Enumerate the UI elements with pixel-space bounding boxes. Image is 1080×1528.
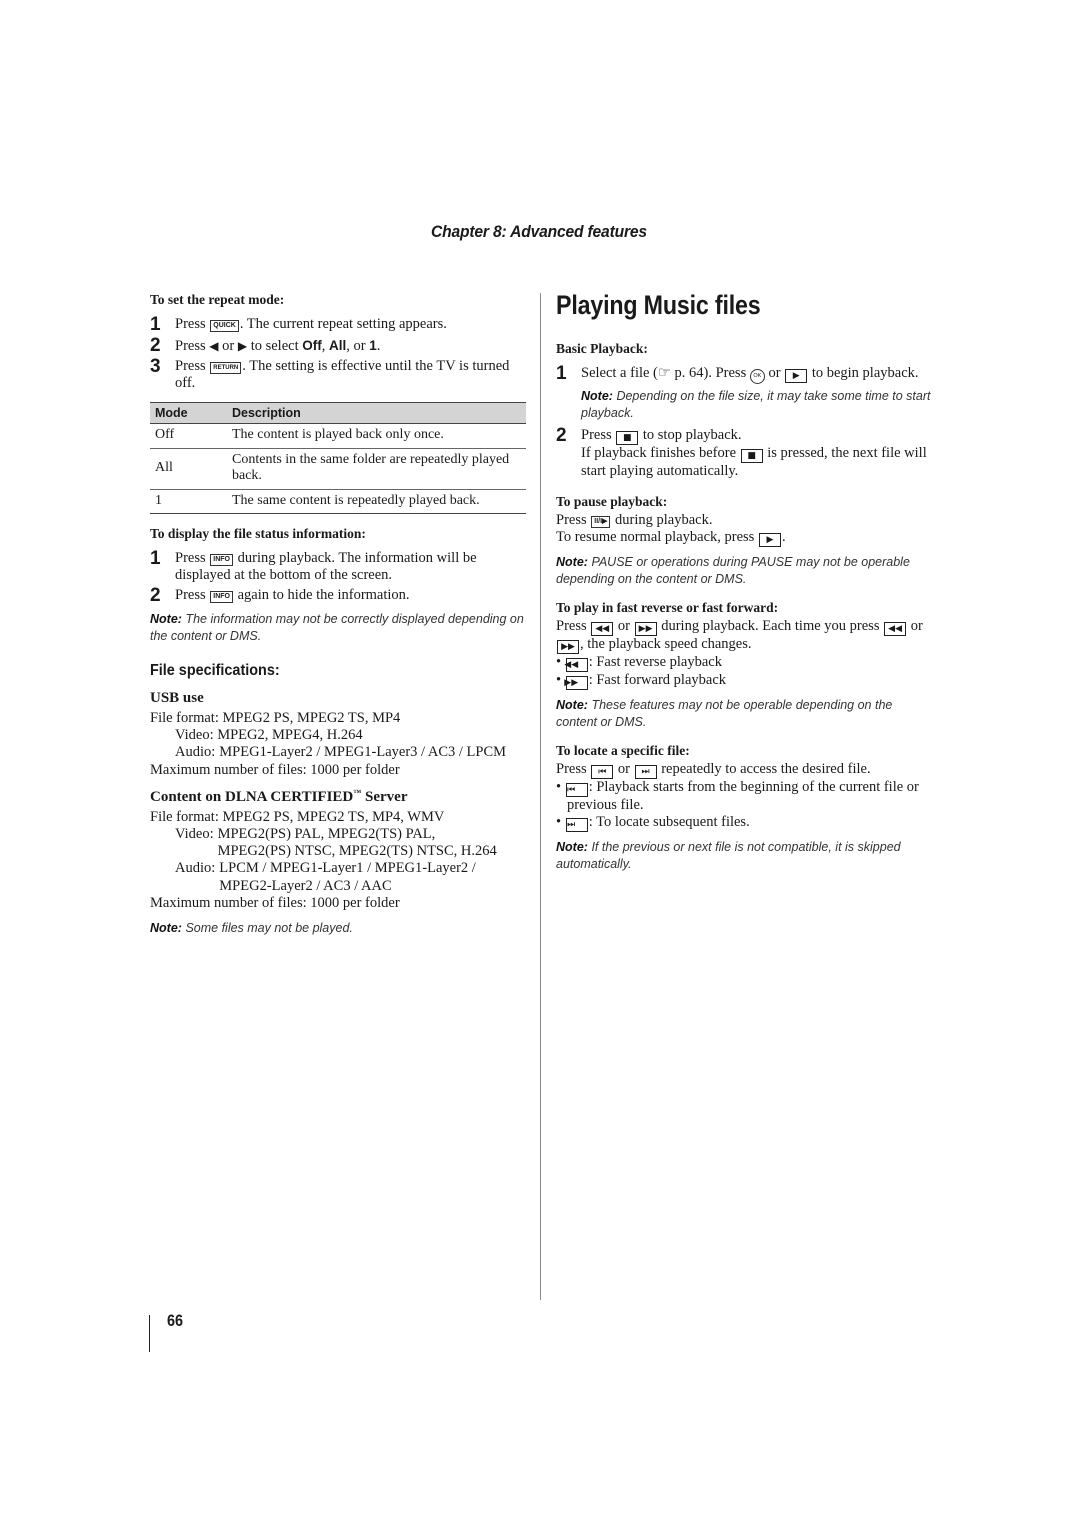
repeat-step-3: 3 Press RETURN. The setting is effective… <box>150 356 510 391</box>
pause-step-button-icon: II/I▶ <box>591 516 611 528</box>
fast-forward-note: Note: These features may not be operable… <box>556 698 893 729</box>
right-column: Playing Music files Basic Playback: 1 Se… <box>556 290 932 872</box>
chapter-header: Chapter 8: Advanced features <box>431 222 647 241</box>
status-step-1: 1 Press INFO during playback. The inform… <box>150 548 477 583</box>
usb-max-files: Maximum number of files: 1000 per folder <box>150 761 400 778</box>
pause-line-1: Press II/I▶ during playback. <box>556 512 713 528</box>
play-button-icon: ▶ <box>758 533 781 548</box>
table-row: Off The content is played back only once… <box>150 423 526 449</box>
dlna-audio: Audio: LPCM / MPEG1-Layer1 / MPEG1-Layer… <box>175 860 476 894</box>
step-number: 1 <box>150 314 161 335</box>
table-header-mode: Mode <box>150 402 227 424</box>
pause-line-2: To resume normal playback, press ▶. <box>556 529 786 548</box>
fast-forward-button-icon: ▶▶ <box>634 622 657 637</box>
basic-playback-heading: Basic Playback: <box>556 341 648 356</box>
play-button-icon: ▶ <box>785 369 808 383</box>
usb-audio: Audio: MPEG1-Layer2 / MPEG1-Layer3 / AC3… <box>175 744 507 761</box>
stop-button-icon: ■ <box>740 449 763 463</box>
rewind-button-icon: ◀◀ <box>884 622 907 637</box>
usb-file-format: File format: MPEG2 PS, MPEG2 TS, MP4 <box>150 710 401 726</box>
table-row: 1 The same content is repeatedly played … <box>150 489 526 514</box>
step-number: 2 <box>150 585 161 606</box>
pause-playback-heading: To pause playback: <box>556 494 668 509</box>
column-divider <box>540 293 541 1300</box>
ok-button-icon: OK <box>749 369 765 384</box>
skip-back-button-icon: ⏮ <box>565 783 588 798</box>
skip-forward-button-icon: ⏭ <box>565 818 588 833</box>
info-button-icon: INFO <box>210 554 233 566</box>
left-column: To set the repeat mode: 1 Press QUICK. T… <box>150 292 526 937</box>
usb-video: Video: MPEG2, MPEG4, H.264 <box>175 727 363 744</box>
step-number: 3 <box>150 356 161 377</box>
return-button-icon: RETURN <box>210 362 242 374</box>
list-item: • ⏮: Playback starts from the beginning … <box>556 779 919 814</box>
stop-button-icon: ■ <box>616 431 639 445</box>
repeat-mode-heading: To set the repeat mode: <box>150 292 285 307</box>
status-step-2: 2 Press INFO again to hide the informati… <box>150 585 410 606</box>
file-specifications-heading: File specifications: <box>150 662 280 679</box>
step-number: 1 <box>150 548 161 569</box>
list-item: • ⏭: To locate subsequent files. <box>556 814 750 833</box>
reference-hand-icon: ☞ <box>657 365 671 381</box>
rewind-button-icon: ◀◀ <box>591 622 614 637</box>
fast-forward-button-icon: ▶▶ <box>557 640 579 655</box>
pause-note: Note: PAUSE or operations during PAUSE m… <box>556 555 910 586</box>
dlna-video: Video: MPEG2(PS) PAL, MPEG2(TS) PAL, MPE… <box>175 826 497 860</box>
page-number-bar <box>149 1315 150 1352</box>
fast-forward-heading: To play in fast reverse or fast forward: <box>556 600 779 616</box>
left-arrow-icon: ◀ <box>209 339 219 353</box>
basic-playback-note: Note: Depending on the file size, it may… <box>581 389 931 420</box>
list-item: • ▶▶: Fast forward playback <box>556 672 727 691</box>
skip-forward-button-icon: ⏭ <box>634 765 657 780</box>
step-number: 2 <box>556 425 567 446</box>
dlna-file-format: File format: MPEG2 PS, MPEG2 TS, MP4, WM… <box>150 808 445 825</box>
quick-button-icon: QUICK <box>210 320 239 332</box>
page-title: Playing Music files <box>556 290 761 320</box>
page-number: 66 <box>167 1311 184 1330</box>
file-status-heading: To display the file status information: <box>150 526 366 541</box>
dlna-max-files: Maximum number of files: 1000 per folder <box>150 894 400 911</box>
specs-note: Note: Some files may not be played. <box>150 921 353 936</box>
dlna-heading: Content on DLNA CERTIFIED™ Server <box>150 787 408 805</box>
fast-forward-button-icon: ▶▶ <box>564 676 588 691</box>
locate-file-heading: To locate a specific file: <box>556 743 690 759</box>
basic-step-1: 1 Select a file (☞ p. 64). Press OK or ▶… <box>556 363 919 384</box>
basic-step-2: 2 Press ■ to stop playback. If playback … <box>556 425 927 479</box>
info-button-icon: INFO <box>210 591 233 603</box>
repeat-step-1: 1 Press QUICK. The current repeat settin… <box>150 314 447 335</box>
locate-file-note: Note: If the previous or next file is no… <box>556 840 901 871</box>
step-number: 2 <box>150 335 161 356</box>
status-note: Note: The information may not be correct… <box>150 612 524 643</box>
step-number: 1 <box>556 363 567 384</box>
rewind-button-icon: ◀◀ <box>564 658 588 673</box>
repeat-mode-table: Mode Description Off The content is play… <box>150 402 526 514</box>
table-header-description: Description <box>227 402 526 424</box>
right-arrow-icon: ▶ <box>237 339 248 353</box>
skip-back-button-icon: ⏮ <box>591 765 614 780</box>
fast-forward-text: Press ◀◀ or ▶▶ during playback. Each tim… <box>556 618 923 655</box>
table-row: All Contents in the same folder are repe… <box>150 448 526 490</box>
locate-file-text: Press ⏮ or ⏭ repeatedly to access the de… <box>556 761 871 780</box>
list-item: • ◀◀: Fast reverse playback <box>556 654 722 673</box>
repeat-step-2: 2 Press ◀ or ▶ to select Off, All, or 1. <box>150 335 381 356</box>
usb-use-heading: USB use <box>150 690 204 706</box>
